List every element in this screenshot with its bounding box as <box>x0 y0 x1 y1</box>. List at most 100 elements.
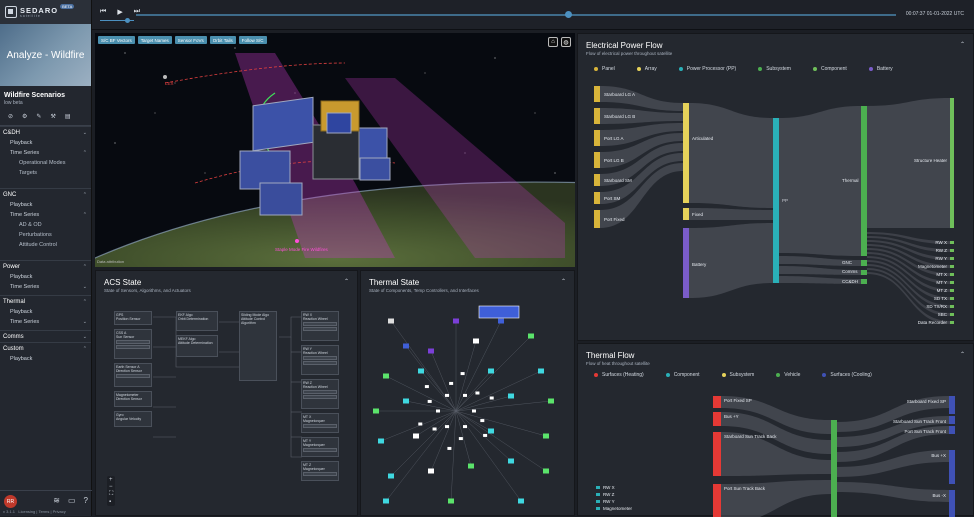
wrench-icon[interactable]: ⚒ <box>50 113 55 120</box>
nav-group-comms[interactable]: Comms ⌄ <box>0 330 91 342</box>
chevron-up-icon[interactable]: ⌃ <box>960 351 965 358</box>
legend-item: Surfaces (Heating) <box>594 372 644 378</box>
book-icon[interactable]: ▭ <box>68 496 76 505</box>
nav-group-cdh[interactable]: C&DH ⌄ <box>0 126 91 138</box>
graph-node <box>428 468 434 474</box>
cooling-node <box>949 416 955 424</box>
footer-links[interactable]: Licensing | Terms | Privacy <box>18 509 65 514</box>
component-node <box>596 500 600 503</box>
epf-subtitle: Flow of electrical power throughout sate… <box>586 51 673 56</box>
speed-slider-handle[interactable] <box>125 18 130 23</box>
acs-node-controller[interactable]: Sliding Mode Algo Attitude Control Algori… <box>239 311 277 381</box>
cooling-label: Bus -X <box>932 493 946 498</box>
lock-icon[interactable]: ▪ <box>109 499 113 505</box>
acs-node-rw-y[interactable]: RW Y Reaction Wheel <box>301 345 339 375</box>
nav-item-ad-od[interactable]: AD & OD <box>0 220 91 230</box>
toggle-follow-sc[interactable]: Follow S/C <box>238 36 267 44</box>
nav-group-power[interactable]: Power ⌃ <box>0 260 91 272</box>
logo-icon <box>5 6 17 18</box>
help-icon[interactable]: ? <box>84 496 88 505</box>
acs-node-att-algo[interactable]: EKF Algo Orbit Determination <box>176 311 218 331</box>
nav-item-thermal-timeseries[interactable]: Time Series ⌄ <box>0 317 91 327</box>
timeline-playhead[interactable] <box>565 11 572 18</box>
zoom-in-icon[interactable]: + <box>109 477 113 483</box>
legend-item: Array <box>636 66 657 72</box>
chevron-up-icon[interactable]: ⌃ <box>344 278 349 285</box>
graph-node <box>528 333 534 339</box>
avatar[interactable]: RR <box>4 495 17 508</box>
home-icon[interactable]: ⌂ <box>548 37 558 47</box>
graph-node <box>498 318 504 324</box>
nav-item-attitude-control[interactable]: Attitude Control <box>0 240 91 250</box>
acs-node-mt-y[interactable]: MT Y Magnetorquer <box>301 437 339 457</box>
nav-item-gnc-timeseries[interactable]: Time Series ⌃ <box>0 210 91 220</box>
settings-icon[interactable]: ⚙ <box>22 113 27 120</box>
toggle-sc-bf-vectors[interactable]: S/C BF Vectors <box>98 36 135 44</box>
acs-node-magnetometer[interactable]: Magnetometer Direction Sensor <box>114 391 152 407</box>
timeline-track[interactable] <box>136 14 896 16</box>
timeline-time: 00:07:37 01-01-2022 UTC <box>905 11 964 17</box>
nav-item-power-playback[interactable]: Playback <box>0 272 91 282</box>
viz-attribution[interactable]: Data attribution <box>97 259 124 264</box>
toggle-sensor-fovs[interactable]: Sensor FoVs <box>174 36 207 44</box>
array-label: Articulated <box>692 136 714 141</box>
nav-group-custom[interactable]: Custom ⌃ <box>0 342 91 354</box>
playback-controls: ⏮ ▶ ⏭ <box>100 8 140 16</box>
chevron-up-icon[interactable]: ⌃ <box>561 278 566 285</box>
epf-title: Electrical Power Flow <box>586 41 663 50</box>
nav-item-custom-playback[interactable]: Playback <box>0 354 91 364</box>
nav-group-thermal[interactable]: Thermal ⌃ <box>0 295 91 307</box>
chevron-down-icon: ⌄ <box>82 284 87 290</box>
acs-node-gyro[interactable]: Gyro Angular Velocity <box>114 411 152 427</box>
acs-node-css[interactable]: CSS A Sun Sensor <box>114 329 152 359</box>
flow-band <box>689 223 773 298</box>
heating-node <box>713 412 721 426</box>
skip-back-icon[interactable]: ⏮ <box>100 8 106 16</box>
link-icon[interactable]: ⊘ <box>8 113 13 120</box>
heating-node <box>713 396 721 408</box>
play-icon[interactable]: ▶ <box>117 8 122 16</box>
brand-logo[interactable]: SEDARO satellite BETA <box>0 0 91 24</box>
database-icon[interactable]: ≋ <box>53 496 60 505</box>
acs-node-att-det[interactable]: MEKF Algo Attitude Determination <box>176 335 218 357</box>
nav-item-perturbations[interactable]: Perturbations <box>0 230 91 240</box>
graph-inner-node <box>427 399 432 403</box>
acs-node-gps[interactable]: GPS Position Sensor <box>114 311 152 325</box>
nav-group-label: Custom <box>3 346 24 352</box>
tflow-sankey: Port Fixed SP Bus +Y Starboard Sun Track B… <box>596 396 955 517</box>
edit-icon[interactable]: ✎ <box>36 113 41 120</box>
nav-item-thermal-playback[interactable]: Playback <box>0 307 91 317</box>
acs-node-earth-sensor[interactable]: Earth Sensor A Direction Sensor <box>114 363 152 387</box>
nav-item-power-timeseries[interactable]: Time Series ⌄ <box>0 282 91 292</box>
chart-icon[interactable]: ▤ <box>65 113 71 120</box>
epf-sankey: Starboard LG A Starboard LG B Port LG A Por… <box>594 86 954 325</box>
graph-edge <box>455 320 502 412</box>
nav-item-gnc-playback[interactable]: Playback <box>0 200 91 210</box>
legend-label: Component <box>820 66 847 72</box>
fit-view-icon[interactable]: ⛶ <box>109 491 113 498</box>
array-label: Fixed <box>692 212 704 217</box>
3d-viewport[interactable]: S/C BF Vectors Target Names Sensor FoVs … <box>95 33 575 267</box>
nav-item-targets[interactable]: Targets <box>0 168 91 178</box>
component-node <box>950 273 954 276</box>
graph-node <box>403 343 409 349</box>
nav-item-cdh-timeseries[interactable]: Time Series ⌃ <box>0 148 91 158</box>
acs-node-rw-x[interactable]: RW X Reaction Wheel <box>301 311 339 341</box>
component-node <box>950 265 954 268</box>
legend-label: Surfaces (Cooling) <box>830 372 872 378</box>
acs-node-rw-z[interactable]: RW Z Reaction Wheel <box>301 379 339 409</box>
nav-group-gnc[interactable]: GNC ⌃ <box>0 188 91 200</box>
acs-node-mt-z[interactable]: MT Z Magnetorquer <box>301 461 339 481</box>
nav-item-operational-modes[interactable]: Operational Modes <box>0 158 91 168</box>
beta-badge: BETA <box>60 4 75 9</box>
component-node <box>950 98 954 228</box>
nav-item-cdh-playback[interactable]: Playback <box>0 138 91 148</box>
globe-icon[interactable]: ◍ <box>561 37 571 47</box>
toggle-target-names[interactable]: Target Names <box>137 36 172 44</box>
chevron-up-icon[interactable]: ⌃ <box>960 41 965 48</box>
acs-node-mt-x[interactable]: MT X Magnetorquer <box>301 413 339 433</box>
zoom-out-icon[interactable]: − <box>109 484 113 490</box>
graph-edge <box>455 340 477 412</box>
graph-inner-node <box>460 372 465 376</box>
toggle-orbit-tails[interactable]: Orbit Tails <box>209 36 236 44</box>
